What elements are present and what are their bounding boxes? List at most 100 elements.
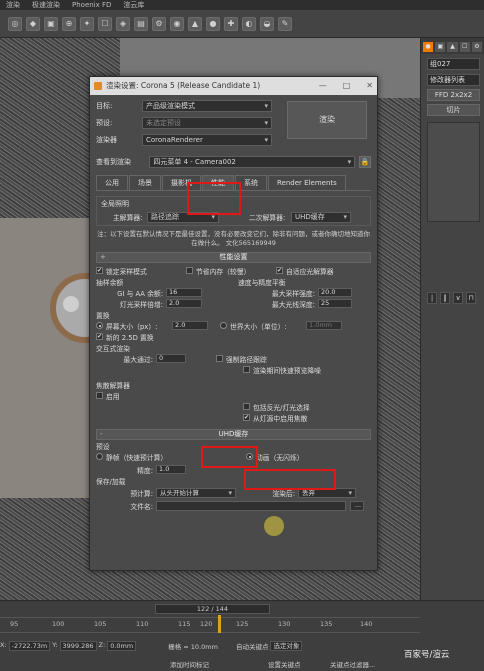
minimize-button[interactable]: —: [319, 77, 327, 95]
selected-dropdown[interactable]: 选定对象: [270, 641, 303, 651]
fast-preview-checkbox[interactable]: [243, 366, 250, 373]
still-radio[interactable]: [96, 453, 103, 460]
screen-size-radio[interactable]: [96, 322, 103, 329]
menu-item[interactable]: Phoenix FD: [72, 0, 111, 10]
toolbar-icon[interactable]: ◒: [260, 16, 274, 31]
filename-input[interactable]: [156, 500, 346, 511]
toolbar-icon[interactable]: ☐: [98, 16, 112, 31]
performance-rollout[interactable]: + 性能设置: [96, 252, 371, 263]
timeline-ruler[interactable]: 95 100 105 110 115 120 125 130 135 140: [0, 617, 420, 633]
hierarchy-tab-icon[interactable]: ▲: [447, 42, 458, 52]
y-coord-field[interactable]: 3999.286: [59, 641, 97, 651]
save-memory-checkbox[interactable]: [186, 267, 193, 274]
toolbar-icon[interactable]: ▲: [188, 16, 202, 31]
close-button[interactable]: ✕: [366, 77, 373, 95]
x-coord-field[interactable]: -2722.73m: [8, 641, 51, 651]
menu-item[interactable]: 极速渲染: [32, 0, 60, 10]
lock-icon[interactable]: 🔒: [359, 156, 371, 168]
tick-label: 135: [320, 620, 333, 628]
toolbar-icon[interactable]: ▣: [44, 16, 58, 31]
z-coord-field[interactable]: 0.0mm: [107, 641, 137, 651]
uhd-cache-rollout[interactable]: - UHD缓存: [96, 429, 371, 440]
maximize-button[interactable]: □: [343, 77, 351, 95]
watermark: 百家号/渲云: [404, 650, 450, 660]
browse-button[interactable]: ...: [350, 500, 364, 511]
world-size-spinner[interactable]: 1.0mm: [306, 321, 342, 330]
caustics-title: 焦散解算器: [96, 381, 130, 390]
toolbar-icon[interactable]: ⊕: [62, 16, 76, 31]
toolbar-icon[interactable]: ◆: [26, 16, 40, 31]
target-dropdown[interactable]: 产品级渲染模式: [142, 100, 272, 112]
toolbar-icon[interactable]: ◈: [116, 16, 130, 31]
max-pass-label: 最大通过:: [123, 355, 153, 364]
add-time-tag[interactable]: 添加时间标记: [170, 659, 209, 669]
command-panel-tabs: ● ▣ ▲ ☐ ⚙: [421, 38, 484, 54]
make-unique-icon[interactable]: ∨: [453, 292, 463, 304]
toolbar-icon[interactable]: ●: [206, 16, 220, 31]
tab-common[interactable]: 公用: [96, 175, 128, 190]
gi-aa-label: GI 与 AA 余额:: [117, 289, 163, 298]
tab-render-elements[interactable]: Render Elements: [268, 175, 346, 190]
show-end-icon[interactable]: ‖: [440, 292, 450, 304]
create-tab-icon[interactable]: ●: [423, 42, 434, 52]
adaptive-checkbox[interactable]: ✔: [276, 267, 283, 274]
precision-spinner[interactable]: 1.0: [156, 465, 186, 474]
enable-from-checkbox[interactable]: ✔: [243, 414, 250, 421]
renderer-dropdown[interactable]: CoronaRenderer: [142, 134, 272, 146]
secondary-solver-dropdown[interactable]: UHD缓存: [291, 211, 351, 223]
toolbar-icon[interactable]: ✚: [224, 16, 238, 31]
secondary-solver-label: 二次解算器:: [249, 214, 286, 222]
toolbar-icon[interactable]: ✎: [278, 16, 292, 31]
pin-stack-icon[interactable]: |: [427, 292, 437, 304]
remove-modifier-icon[interactable]: ⊓: [466, 292, 476, 304]
toolbar-icon[interactable]: ◐: [242, 16, 256, 31]
interactive-title: 交互式渲染: [96, 344, 130, 353]
dialog-titlebar[interactable]: 渲染设置: Corona 5 (Release Candidate 1) — □…: [90, 77, 377, 95]
toolbar-icon[interactable]: ⚙: [152, 16, 166, 31]
view-label: 查看到渲染: [96, 158, 131, 166]
lock-sampling-label: 锁定采样模式: [106, 267, 147, 276]
object-name-field[interactable]: 组027: [427, 58, 480, 70]
tick-label: 100: [52, 620, 65, 628]
render-button[interactable]: 渲染: [287, 101, 367, 139]
view-dropdown[interactable]: 四元菜单 4 - Camera002: [149, 156, 356, 168]
screen-size-label: 屏幕大小（px）:: [106, 322, 158, 331]
max-sample-spinner[interactable]: 20.0: [318, 288, 352, 297]
status-bar: 122 / 144 95 100 105 110 115 120 125 130…: [0, 600, 484, 671]
toolbar-icon[interactable]: ◉: [170, 16, 184, 31]
menu-item[interactable]: 渲染: [6, 0, 20, 10]
target-label: 目标:: [96, 102, 113, 110]
set-key-button[interactable]: 设置关键点: [268, 659, 301, 669]
world-size-radio[interactable]: [220, 322, 227, 329]
max-depth-spinner[interactable]: 25: [318, 299, 352, 308]
max-pass-spinner[interactable]: 0: [156, 354, 186, 363]
depth-title: 速度与精度平衡: [238, 278, 286, 287]
motion-tab-icon[interactable]: ☐: [459, 42, 470, 52]
modify-tab-icon[interactable]: ▣: [435, 42, 446, 52]
toolbar-icon[interactable]: ◎: [8, 16, 22, 31]
toolbar-icon[interactable]: ▤: [134, 16, 148, 31]
toolbar-icon[interactable]: ✦: [80, 16, 94, 31]
menu-item[interactable]: 渲云库: [123, 0, 144, 10]
precompute-label: 预计算:: [130, 489, 153, 498]
screen-size-spinner[interactable]: 2.0: [172, 321, 208, 330]
light-mult-spinner[interactable]: 2.0: [166, 299, 202, 308]
key-filters-button[interactable]: 关键点过滤器...: [330, 659, 375, 669]
world-size-label: 世界大小（单位）:: [230, 322, 287, 331]
tab-scene[interactable]: 场景: [129, 175, 161, 190]
utilities-tab-icon[interactable]: ⚙: [471, 42, 483, 52]
lock-sampling-checkbox[interactable]: ✔: [96, 267, 103, 274]
preset-dropdown[interactable]: 未选定预设: [142, 117, 272, 129]
time-slider[interactable]: 122 / 144: [155, 604, 270, 614]
animation-label: 动画（无闪烁）: [256, 453, 304, 462]
force-path-checkbox[interactable]: [216, 355, 223, 362]
new-25d-checkbox[interactable]: ✔: [96, 333, 103, 340]
gi-aa-spinner[interactable]: 16: [166, 288, 202, 297]
caustics-enable-checkbox[interactable]: [96, 392, 103, 399]
include-mats-checkbox[interactable]: [243, 403, 250, 410]
auto-key-button[interactable]: 自动关键点: [236, 641, 269, 651]
precompute-dropdown[interactable]: 从头开始计算: [156, 487, 236, 498]
modifier-list-dropdown[interactable]: 修改器列表: [427, 74, 480, 86]
slice-button[interactable]: 切片: [427, 104, 480, 116]
ffd-button[interactable]: FFD 2x2x2: [427, 89, 480, 101]
